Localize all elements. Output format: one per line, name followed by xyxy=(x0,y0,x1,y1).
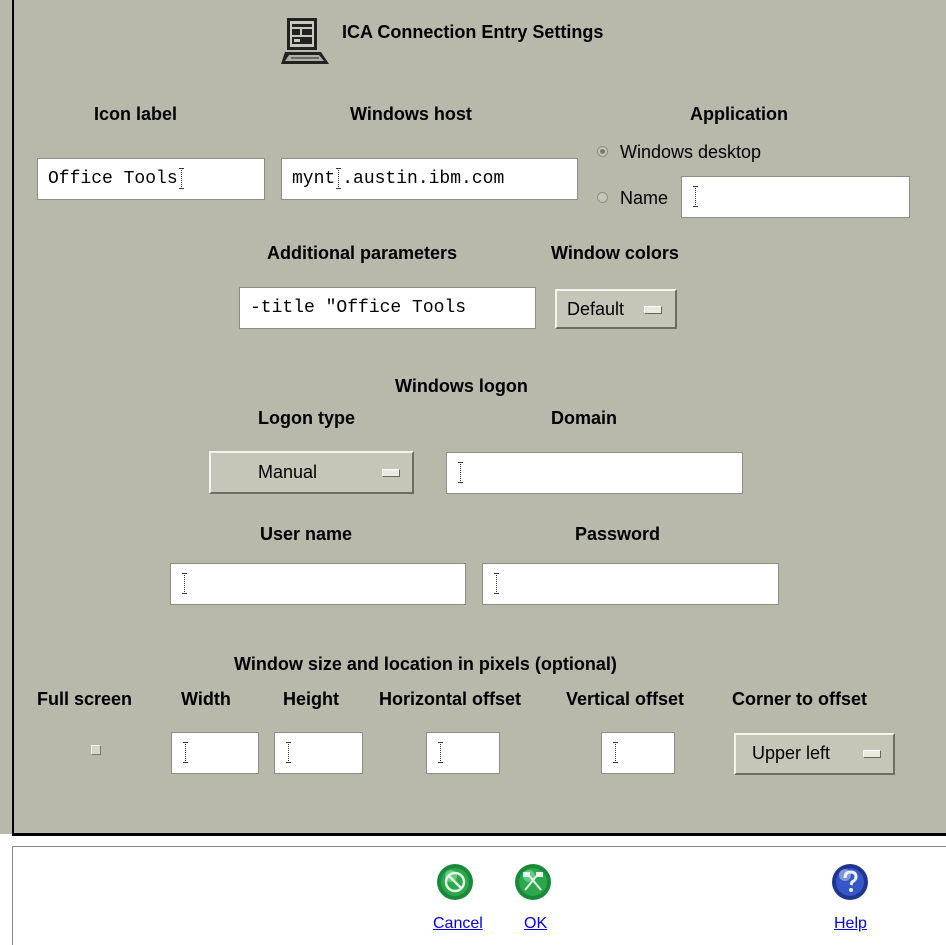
domain-label: Domain xyxy=(551,408,618,428)
window-colors-label: Window colors xyxy=(551,243,679,263)
text-cursor-icon xyxy=(693,186,698,208)
text-cursor-icon xyxy=(286,742,291,764)
text-cursor-icon xyxy=(494,573,499,595)
height-field[interactable] xyxy=(274,732,363,774)
text-cursor-icon xyxy=(182,573,187,595)
windows-desktop-radio[interactable] xyxy=(597,146,608,157)
text-cursor-icon xyxy=(613,742,618,764)
panel-left-border xyxy=(12,0,14,836)
text-cursor-icon xyxy=(438,742,443,764)
ok-link[interactable]: OK xyxy=(524,915,547,933)
application-name-field[interactable] xyxy=(681,176,910,218)
window-size-heading: Window size and location in pixels (opti… xyxy=(234,654,617,674)
text-cursor-icon xyxy=(336,168,342,190)
windows-logon-heading: Windows logon xyxy=(395,376,528,396)
dropdown-indicator-icon xyxy=(644,306,662,314)
cancel-button[interactable] xyxy=(436,863,474,901)
user-name-label: User name xyxy=(260,524,353,544)
dropdown-indicator-icon xyxy=(863,750,881,758)
dialog-title: ICA Connection Entry Settings xyxy=(342,22,604,42)
help-link[interactable]: Help xyxy=(834,915,867,933)
password-field[interactable] xyxy=(482,563,779,605)
windows-host-field[interactable]: mynt .austin.ibm.com xyxy=(281,158,578,200)
windows-host-label: Windows host xyxy=(350,104,472,124)
full-screen-checkbox[interactable] xyxy=(91,745,101,755)
vertical-offset-field[interactable] xyxy=(601,732,675,774)
cancel-link[interactable]: Cancel xyxy=(433,915,483,933)
name-option-label: Name xyxy=(620,188,669,208)
text-cursor-icon xyxy=(183,742,188,764)
windows-desktop-option-label: Windows desktop xyxy=(620,142,762,162)
ica-connection-icon xyxy=(281,16,337,68)
additional-parameters-field[interactable]: -title "Office Tools xyxy=(239,287,536,329)
text-cursor-icon xyxy=(458,462,463,484)
windows-host-suffix: .austin.ibm.com xyxy=(342,169,505,189)
password-label: Password xyxy=(575,524,661,544)
horizontal-offset-label: Horizontal offset xyxy=(379,689,521,709)
corner-to-offset-label: Corner to offset xyxy=(732,689,867,709)
corner-to-offset-value: Upper left xyxy=(752,743,831,763)
vertical-offset-label: Vertical offset xyxy=(566,689,685,709)
horizontal-offset-field[interactable] xyxy=(426,732,500,774)
additional-parameters-label: Additional parameters xyxy=(267,243,458,263)
width-label: Width xyxy=(181,689,231,709)
window-colors-value: Default xyxy=(567,299,625,319)
height-label: Height xyxy=(283,689,339,709)
ok-icon xyxy=(515,864,551,900)
name-radio[interactable] xyxy=(597,192,608,203)
ok-button[interactable] xyxy=(514,863,552,901)
logon-type-dropdown[interactable]: Manual xyxy=(209,451,414,494)
cancel-icon xyxy=(437,864,473,900)
window-colors-dropdown[interactable]: Default xyxy=(555,289,677,329)
icon-label-field[interactable]: Office Tools xyxy=(37,158,265,200)
help-button[interactable] xyxy=(831,863,869,901)
logon-type-label: Logon type xyxy=(258,408,355,428)
application-label: Application xyxy=(690,104,788,124)
icon-label-value: Office Tools xyxy=(48,169,178,189)
icon-label-label: Icon label xyxy=(94,104,178,124)
user-name-field[interactable] xyxy=(170,563,466,605)
footer-left-border xyxy=(12,846,13,945)
dropdown-indicator-icon xyxy=(382,469,400,477)
logon-type-value: Manual xyxy=(258,462,318,482)
panel-bottom-border xyxy=(12,833,946,836)
help-icon xyxy=(832,864,868,900)
domain-field[interactable] xyxy=(446,452,743,494)
corner-to-offset-dropdown[interactable]: Upper left xyxy=(734,733,895,775)
footer-top-border xyxy=(12,846,946,847)
width-field[interactable] xyxy=(171,732,259,774)
text-cursor-icon xyxy=(178,168,184,190)
full-screen-label: Full screen xyxy=(37,689,133,709)
windows-host-prefix: mynt xyxy=(292,169,336,189)
